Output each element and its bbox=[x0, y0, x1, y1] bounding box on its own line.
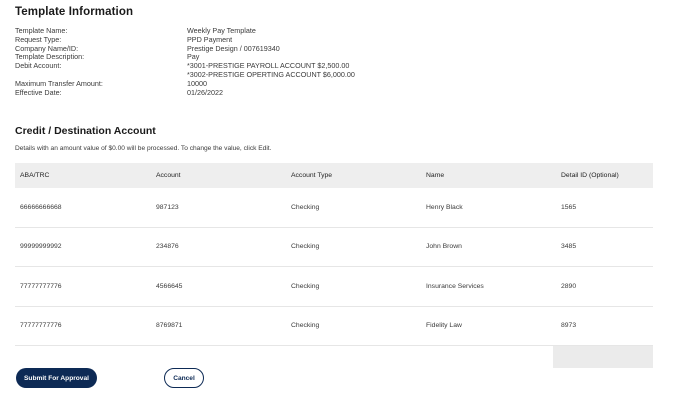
column-header-name: Name bbox=[426, 172, 445, 179]
cell-account: 234876 bbox=[156, 243, 179, 251]
column-header-account: Account bbox=[156, 172, 181, 179]
cell-aba-trc: 77777777776 bbox=[20, 282, 62, 290]
cell-account-type: Checking bbox=[291, 322, 320, 330]
table-header: ABA/TRC Account Account Type Name Detail… bbox=[15, 163, 653, 188]
info-row-effective-date: Effective Date: 01/26/2022 bbox=[15, 87, 355, 98]
info-row-max-transfer: Maximum Transfer Amount: 10000 bbox=[15, 79, 355, 89]
cell-name: John Brown bbox=[426, 243, 462, 251]
cell-account-type: Checking bbox=[291, 203, 320, 211]
column-header-aba-trc: ABA/TRC bbox=[20, 172, 50, 179]
cell-detail-id: 8973 bbox=[561, 322, 577, 330]
cell-account-type: Checking bbox=[291, 243, 320, 251]
cell-name: Insurance Services bbox=[426, 282, 484, 290]
info-label: Effective Date: bbox=[15, 87, 62, 97]
cell-detail-id: 1565 bbox=[561, 203, 577, 211]
info-value: Prestige Design / 007619340 bbox=[187, 43, 280, 53]
cell-name: Fidelity Law bbox=[426, 322, 462, 330]
info-label: Debit Account: bbox=[15, 61, 62, 71]
processing-note: Details with an amount value of $0.00 wi… bbox=[15, 145, 272, 152]
info-row-template-name: Template Name: Weekly Pay Template bbox=[15, 26, 355, 36]
cell-aba-trc: 66666666668 bbox=[20, 203, 62, 211]
cell-aba-trc: 77777777776 bbox=[20, 322, 62, 330]
table-row: 77777777776 8769871 Checking Fidelity La… bbox=[15, 307, 653, 346]
table-row: 66666666668 987123 Checking Henry Black … bbox=[15, 188, 653, 228]
column-header-account-type: Account Type bbox=[291, 172, 333, 179]
cell-account: 987123 bbox=[156, 203, 179, 211]
cell-name: Henry Black bbox=[426, 203, 463, 211]
info-value: 01/26/2022 bbox=[187, 87, 223, 97]
table-row: 99999999992 234876 Checking John Brown 3… bbox=[15, 228, 653, 267]
template-information-heading: Template Information bbox=[15, 6, 134, 18]
submit-for-approval-button[interactable]: Submit For Approval bbox=[16, 368, 97, 388]
cancel-button[interactable]: Cancel bbox=[164, 368, 204, 388]
cell-detail-id: 3485 bbox=[561, 243, 577, 251]
credit-accounts-table: ABA/TRC Account Account Type Name Detail… bbox=[15, 163, 653, 346]
table-row: 77777777776 4566645 Checking Insurance S… bbox=[15, 267, 653, 307]
cell-account-type: Checking bbox=[291, 282, 320, 290]
cell-aba-trc: 99999999992 bbox=[20, 243, 62, 251]
table-footer-total-box bbox=[553, 346, 653, 368]
column-header-detail-id: Detail ID (Optional) bbox=[561, 172, 619, 179]
credit-destination-heading: Credit / Destination Account bbox=[15, 125, 156, 137]
cell-account: 8769871 bbox=[156, 322, 183, 330]
info-row-debit-account: Debit Account: *3001-PRESTIGE PAYROLL AC… bbox=[15, 61, 355, 80]
template-info-list: Template Name: Weekly Pay Template Reque… bbox=[15, 26, 355, 98]
info-value: *3002-PRESTIGE OPERTING ACCOUNT $6,000.0… bbox=[187, 69, 355, 79]
cell-account: 4566645 bbox=[156, 282, 183, 290]
cell-detail-id: 2890 bbox=[561, 282, 577, 290]
